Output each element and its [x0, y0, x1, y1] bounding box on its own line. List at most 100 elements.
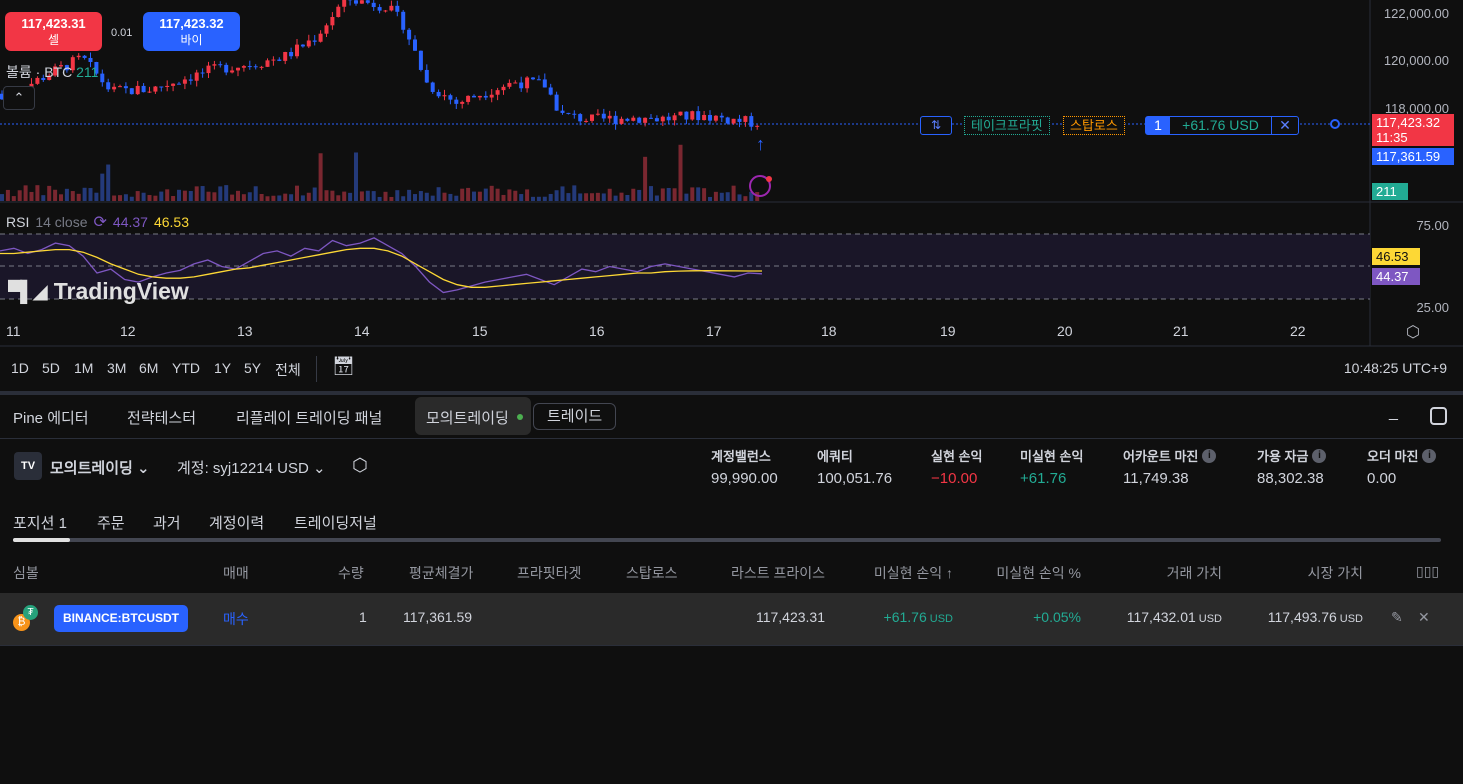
- market-value: 117,493.76: [1267, 609, 1337, 625]
- volume-bar: [224, 185, 229, 201]
- volume-bar: [241, 194, 246, 201]
- range-5y[interactable]: 5Y: [244, 360, 261, 376]
- candle-body: [76, 55, 81, 58]
- candle-body: [230, 70, 235, 73]
- volume-bar: [560, 186, 565, 201]
- column-header[interactable]: 프라핏타겟: [517, 563, 581, 583]
- table-row[interactable]: [0, 593, 1463, 645]
- close-position-icon[interactable]: ✕: [1272, 117, 1298, 134]
- tab-pine-editor[interactable]: Pine 에디터: [13, 407, 89, 428]
- stat-label-text: 가용 자금: [1257, 449, 1309, 464]
- volume-bar: [507, 189, 512, 201]
- clock[interactable]: 10:48:25 UTC+9: [1344, 360, 1447, 376]
- volume-bar: [106, 164, 111, 201]
- stat-value: −10.00: [931, 470, 978, 487]
- candle-body: [625, 118, 630, 121]
- candle-body: [631, 117, 636, 121]
- candle-body: [265, 60, 270, 67]
- subtab-4[interactable]: 트레이딩저널: [294, 512, 377, 533]
- candle-body: [206, 65, 211, 74]
- candle-body: [389, 5, 394, 11]
- info-icon[interactable]: i: [1202, 448, 1217, 463]
- range-5d[interactable]: 5D: [42, 360, 60, 376]
- tab-scrollbar[interactable]: [13, 538, 1441, 542]
- settings-icon[interactable]: ⬡: [352, 455, 368, 476]
- column-header[interactable]: 시장 가치: [1308, 563, 1363, 583]
- volume-bar: [631, 188, 636, 201]
- candle-body: [690, 111, 695, 120]
- symbol-badge[interactable]: BINANCE:BTCUSDT: [54, 605, 188, 632]
- tab-strategy-tester[interactable]: 전략테스터: [127, 407, 196, 428]
- stat-item: 가용 자금 i 88,302.38: [1257, 446, 1327, 487]
- column-header[interactable]: 심볼: [13, 563, 39, 583]
- date-axis-label: 19: [940, 323, 956, 339]
- range-6m[interactable]: 6M: [139, 360, 158, 376]
- column-header[interactable]: 매매: [223, 563, 249, 583]
- candle-body: [395, 5, 400, 12]
- subtab-0[interactable]: 포지션 1: [13, 512, 67, 533]
- range-3m[interactable]: 3M: [107, 360, 126, 376]
- range-1m[interactable]: 1M: [74, 360, 93, 376]
- position-qty: 1: [1146, 117, 1170, 134]
- candle-body: [306, 40, 311, 47]
- goto-date-icon[interactable]: 📅︎: [332, 356, 355, 377]
- candle-body: [188, 79, 193, 81]
- volume-bar: [306, 192, 311, 201]
- column-header[interactable]: 평균체결가: [409, 563, 473, 583]
- trade-button[interactable]: 트레이드: [533, 403, 617, 430]
- candle-body: [123, 86, 128, 89]
- column-header[interactable]: 수량: [338, 563, 364, 583]
- volume-bar: [684, 193, 689, 201]
- close-icon[interactable]: ✕: [1418, 609, 1430, 626]
- sell-button[interactable]: 117,423.31 셀: [5, 12, 102, 51]
- range-전체[interactable]: 전체: [275, 360, 301, 380]
- edit-icon[interactable]: ✎: [1391, 609, 1403, 626]
- column-header[interactable]: 미실현 손익 ↑: [874, 563, 953, 583]
- volume-bar: [135, 191, 140, 201]
- subtab-2[interactable]: 과거: [153, 512, 181, 533]
- tab-paper-trading[interactable]: 모의트레이딩: [426, 407, 509, 428]
- info-icon[interactable]: i: [1312, 448, 1327, 463]
- refresh-icon[interactable]: ⟳: [94, 212, 107, 232]
- column-header[interactable]: 라스트 프라이스: [731, 563, 825, 583]
- volume-bar: [100, 173, 105, 201]
- volume-bar: [572, 185, 577, 201]
- date-axis-label: 21: [1173, 323, 1189, 339]
- candle-body: [100, 73, 105, 83]
- buy-button[interactable]: 117,423.32 바이: [143, 12, 240, 51]
- collapse-legend-button[interactable]: ⌃: [3, 86, 35, 110]
- info-icon[interactable]: i: [1422, 448, 1437, 463]
- chart-canvas[interactable]: ↑: [0, 0, 1463, 392]
- range-1d[interactable]: 1D: [11, 360, 29, 376]
- stat-label: 오더 마진 i: [1367, 446, 1437, 465]
- volume-bar: [371, 191, 376, 201]
- stop-loss-button[interactable]: 스탑로스: [1063, 116, 1125, 135]
- tab-replay-trading[interactable]: 리플레이 트레이딩 패널: [236, 407, 382, 428]
- take-profit-button[interactable]: 테이크프라핏: [964, 116, 1050, 135]
- range-ytd[interactable]: YTD: [172, 360, 200, 376]
- candle-body: [548, 87, 553, 95]
- column-header[interactable]: 미실현 손익 %: [996, 563, 1081, 583]
- date-axis-label: 18: [821, 323, 837, 339]
- minimize-panel-icon[interactable]: _: [1389, 404, 1398, 422]
- panel-divider[interactable]: [0, 391, 1463, 395]
- candle-body: [572, 113, 577, 115]
- column-header[interactable]: 거래 가치: [1167, 563, 1222, 583]
- volume-bar: [177, 189, 181, 201]
- account-selector[interactable]: 계정: syj12214 USD ⌄: [177, 457, 326, 478]
- volume-bar: [236, 190, 240, 201]
- chart-settings-icon[interactable]: ⬡: [1406, 322, 1420, 342]
- range-1y[interactable]: 1Y: [214, 360, 231, 376]
- subtab-3[interactable]: 계정이력: [209, 512, 264, 533]
- subtab-1[interactable]: 주문: [97, 512, 125, 533]
- reverse-position-button[interactable]: ⇅: [920, 116, 952, 135]
- maximize-panel-icon[interactable]: [1430, 407, 1447, 425]
- column-header[interactable]: 스탑로스: [626, 563, 678, 583]
- broker-selector[interactable]: 모의트레이딩 ⌄: [50, 457, 150, 478]
- volume-bar: [460, 188, 465, 201]
- candle-body: [483, 95, 488, 98]
- column-settings-icon[interactable]: ▯▯▯: [1416, 563, 1439, 580]
- chart-area[interactable]: ↑: [0, 0, 1463, 392]
- volume-bar: [359, 191, 364, 201]
- volume-bar: [289, 194, 294, 201]
